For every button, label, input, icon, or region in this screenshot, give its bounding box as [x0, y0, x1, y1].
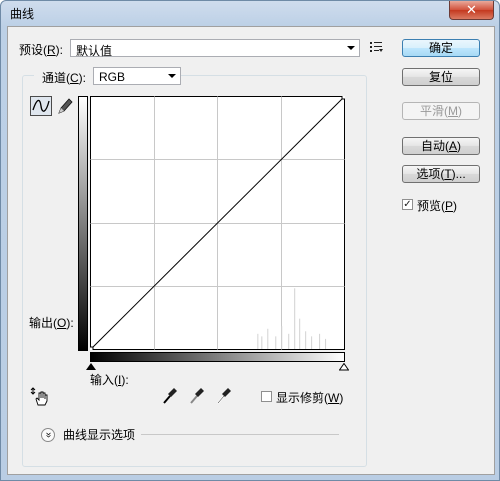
display-options-label: 曲线显示选项	[63, 428, 136, 442]
chevron-down-icon	[347, 46, 355, 50]
options-button[interactable]: 选项(T)...	[402, 165, 480, 183]
chevron-down-icon	[168, 74, 176, 78]
black-eyedropper-icon[interactable]	[162, 387, 178, 405]
preset-value: 默认值	[76, 44, 113, 58]
curves-dialog: 曲线 ✕ 预设(R): 默认值 确定 复位 平滑(M) 自动(A) 选项(T).…	[0, 0, 500, 481]
output-gradient-bar	[78, 96, 88, 351]
preview-label: 预览(P)	[417, 199, 458, 213]
checkmark-icon: ✓	[403, 199, 412, 210]
on-image-adjust-hand-icon[interactable]	[30, 387, 50, 407]
curve-control-point[interactable]	[341, 96, 345, 100]
window-title: 曲线	[10, 7, 35, 21]
show-clipping-label: 显示修剪(W)	[276, 391, 344, 405]
ok-button[interactable]: 确定	[402, 39, 480, 57]
smooth-button[interactable]: 平滑(M)	[402, 102, 480, 120]
curve-graph[interactable]	[90, 96, 345, 350]
black-point-slider-icon[interactable]	[86, 363, 96, 371]
output-label: 输出(O):	[29, 316, 74, 330]
expand-display-options-button[interactable]: »	[41, 428, 55, 442]
divider	[141, 434, 339, 435]
input-gradient-bar	[90, 352, 345, 362]
pencil-icon[interactable]	[57, 97, 73, 115]
reset-button[interactable]: 复位	[402, 68, 480, 86]
auto-button[interactable]: 自动(A)	[402, 137, 480, 155]
curve-control-point[interactable]	[90, 346, 94, 350]
preset-select[interactable]: 默认值	[70, 39, 360, 58]
preset-label: 预设(R):	[19, 43, 64, 57]
preview-checkbox[interactable]: ✓	[402, 199, 413, 210]
close-icon: ✕	[466, 2, 477, 17]
preset-options-menu-icon[interactable]	[370, 41, 384, 53]
channel-label: 通道(C):	[34, 69, 95, 86]
show-clipping-checkbox[interactable]	[261, 391, 272, 402]
title-bar[interactable]: 曲线 ✕	[1, 1, 499, 25]
gray-eyedropper-icon[interactable]	[189, 387, 205, 405]
curve-point-tool-icon[interactable]	[30, 96, 52, 116]
white-eyedropper-icon[interactable]	[216, 387, 232, 405]
white-point-slider-icon[interactable]	[339, 363, 349, 371]
input-label: 输入(I):	[90, 373, 129, 387]
channel-select[interactable]: RGB	[93, 67, 181, 85]
close-button[interactable]: ✕	[449, 1, 494, 20]
dialog-body: 预设(R): 默认值 确定 复位 平滑(M) 自动(A) 选项(T)... ✓ …	[7, 26, 495, 475]
chevron-double-down-icon: »	[43, 432, 54, 438]
channel-value: RGB	[99, 70, 126, 84]
